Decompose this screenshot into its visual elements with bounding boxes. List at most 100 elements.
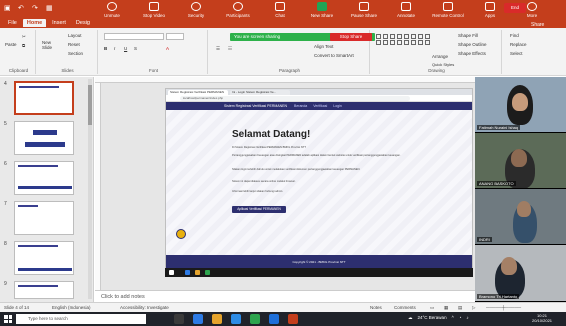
align-text-button[interactable]: Align Text bbox=[314, 44, 333, 49]
network-icon[interactable]: ◔ bbox=[459, 315, 462, 321]
nav-link: Beranda bbox=[294, 104, 308, 108]
paste-button[interactable]: Paste bbox=[5, 42, 17, 47]
stop-video-button[interactable]: Stop Video bbox=[138, 2, 170, 18]
remote-control-button[interactable]: Remote Control bbox=[432, 2, 464, 18]
windows-taskbar: Type here to search ☁ 24°C Berawan ^ ◔ ♪… bbox=[0, 312, 566, 326]
participant-video[interactable]: ANANG BASKOTO bbox=[475, 133, 566, 189]
annotate-button[interactable]: Annotate bbox=[390, 2, 422, 18]
thumbnail-slide-9[interactable]: 9 bbox=[4, 281, 74, 299]
notes-toggle[interactable]: Notes bbox=[370, 305, 382, 310]
select-button[interactable]: Select bbox=[510, 51, 523, 56]
normal-view-icon[interactable]: ▭ bbox=[430, 305, 434, 311]
font-color-icon[interactable]: A bbox=[166, 46, 169, 51]
replace-button[interactable]: Replace bbox=[510, 42, 527, 47]
comments-toggle[interactable]: Comments bbox=[394, 305, 416, 310]
slide-browser-screenshot[interactable]: Sistem Registrasi Verifikasi PERMANEN In… bbox=[165, 88, 473, 269]
hero-paragraph: Silakan login terlebih dahulu untuk mela… bbox=[232, 168, 361, 171]
chat-button[interactable]: Chat bbox=[264, 2, 296, 18]
tab-home[interactable]: Home bbox=[22, 19, 47, 27]
volume-icon[interactable]: ♪ bbox=[466, 315, 468, 321]
cut-icon[interactable]: ✂ bbox=[22, 34, 26, 40]
slide-sorter-icon[interactable]: ▦ bbox=[444, 305, 448, 311]
ribbon-tabs: File Home Insert Desig bbox=[4, 19, 94, 27]
unmute-button[interactable]: Unmute bbox=[96, 2, 128, 18]
site-nav-links: Beranda Verifikasi Login bbox=[294, 102, 342, 110]
taskbar-clock[interactable]: 10:21 20/10/2021 bbox=[532, 313, 552, 323]
font-size-dropdown[interactable] bbox=[166, 33, 184, 40]
bullets-icon[interactable]: ☰ bbox=[216, 46, 220, 52]
undo-icon[interactable]: ↶ bbox=[18, 4, 26, 12]
tab-insert[interactable]: Insert bbox=[48, 19, 70, 27]
thumbnail-slide-4[interactable]: 4 bbox=[4, 81, 74, 115]
task-view-icon[interactable] bbox=[174, 314, 184, 324]
layout-button[interactable]: Layout bbox=[68, 33, 82, 38]
status-bar: Slide 4 of 14 English (Indonesia) Access… bbox=[0, 302, 566, 312]
site-footer: Copyright © 2021 - BMKG Provinsi NTT bbox=[166, 255, 472, 269]
scrollbar-thumb[interactable] bbox=[88, 85, 92, 125]
new-slide-button[interactable]: New Slide bbox=[42, 40, 60, 50]
participant-video[interactable]: Bramono Tri Hartanto bbox=[475, 245, 566, 302]
shapes-gallery[interactable] bbox=[376, 34, 431, 45]
arrange-button[interactable]: Arrange bbox=[432, 54, 448, 59]
powerpoint-icon[interactable] bbox=[288, 314, 298, 324]
thumbnail-image bbox=[14, 241, 74, 275]
slideshow-icon[interactable]: ▷ bbox=[472, 305, 475, 311]
save-icon[interactable]: ▣ bbox=[4, 4, 12, 12]
folder-icon bbox=[195, 270, 200, 275]
find-button[interactable]: Find bbox=[510, 33, 519, 38]
stop-share-button[interactable]: Stop Share bbox=[330, 33, 372, 41]
group-editing: Find Replace Select bbox=[504, 30, 564, 74]
present-icon[interactable]: ▦ bbox=[46, 4, 54, 12]
new-share-button[interactable]: New Share bbox=[306, 2, 338, 18]
shadow-icon[interactable]: S bbox=[134, 46, 137, 51]
section-button[interactable]: Section bbox=[68, 51, 83, 56]
notes-pane[interactable]: Click to add notes bbox=[95, 290, 475, 302]
url-field: localhost/permanen/index.php bbox=[180, 96, 410, 101]
taskbar-search-input[interactable]: Type here to search bbox=[16, 314, 146, 324]
windows-start-icon[interactable] bbox=[4, 315, 12, 323]
tab-design[interactable]: Desig bbox=[72, 19, 94, 27]
language-indicator[interactable]: English (Indonesia) bbox=[52, 305, 91, 310]
site-hero: Selamat Datang! Di Sistem Registrasi Ver… bbox=[166, 110, 472, 255]
underline-icon[interactable]: U bbox=[124, 46, 127, 51]
participant-video[interactable]: INDRI bbox=[475, 189, 566, 245]
copy-icon[interactable]: ⧉ bbox=[22, 43, 25, 48]
participants-button[interactable]: Participants bbox=[222, 2, 254, 18]
italic-icon[interactable]: I bbox=[114, 46, 115, 51]
quick-styles-button[interactable]: Quick Styles bbox=[432, 62, 454, 67]
edge-icon[interactable] bbox=[193, 314, 203, 324]
accessibility-indicator[interactable]: Accessibility: Investigate bbox=[120, 305, 169, 310]
shape-outline-button[interactable]: Shape Outline bbox=[458, 42, 487, 47]
weather-icon[interactable]: ☁ bbox=[408, 315, 413, 321]
tab-file[interactable]: File bbox=[4, 19, 21, 27]
chevron-up-icon[interactable]: ^ bbox=[452, 315, 454, 321]
reset-button[interactable]: Reset bbox=[68, 42, 80, 47]
security-button[interactable]: Security bbox=[180, 2, 212, 18]
thumbnail-slide-6[interactable]: 6 bbox=[4, 161, 74, 195]
weather-text[interactable]: 24°C Berawan bbox=[418, 315, 447, 321]
pause-share-button[interactable]: Pause Share bbox=[348, 2, 380, 18]
thumbnail-slide-7[interactable]: 7 bbox=[4, 201, 74, 235]
end-meeting-button[interactable]: End bbox=[504, 3, 526, 13]
word-icon[interactable] bbox=[269, 314, 279, 324]
participant-name: Bramono Tri Hartanto bbox=[477, 294, 520, 299]
thumbnail-slide-5[interactable]: 5 bbox=[4, 121, 74, 155]
file-explorer-icon[interactable] bbox=[212, 314, 222, 324]
shape-fill-button[interactable]: Shape Fill bbox=[458, 33, 478, 38]
slide-counter: Slide 4 of 14 bbox=[4, 305, 30, 310]
thumbnails-scrollbar[interactable] bbox=[88, 79, 92, 299]
redo-icon[interactable]: ↷ bbox=[32, 4, 40, 12]
font-name-dropdown[interactable] bbox=[104, 33, 164, 40]
thumbnail-slide-8[interactable]: 8 bbox=[4, 241, 74, 275]
zoom-icon[interactable] bbox=[231, 314, 241, 324]
numbering-icon[interactable]: ☷ bbox=[228, 46, 232, 52]
chrome-icon[interactable] bbox=[250, 314, 260, 324]
shape-effects-button[interactable]: Shape Effects bbox=[458, 51, 486, 56]
zoom-slider[interactable]: ─────┼───── bbox=[486, 305, 521, 310]
windows-icon bbox=[169, 270, 174, 275]
apps-button[interactable]: Apps bbox=[474, 2, 506, 18]
reading-view-icon[interactable]: ▤ bbox=[458, 305, 462, 311]
bold-icon[interactable]: B bbox=[104, 46, 107, 51]
participant-video[interactable]: Fatimah Nuraini Ishaq bbox=[475, 77, 566, 133]
convert-smartart-button[interactable]: Convert to SmartArt bbox=[314, 53, 354, 58]
